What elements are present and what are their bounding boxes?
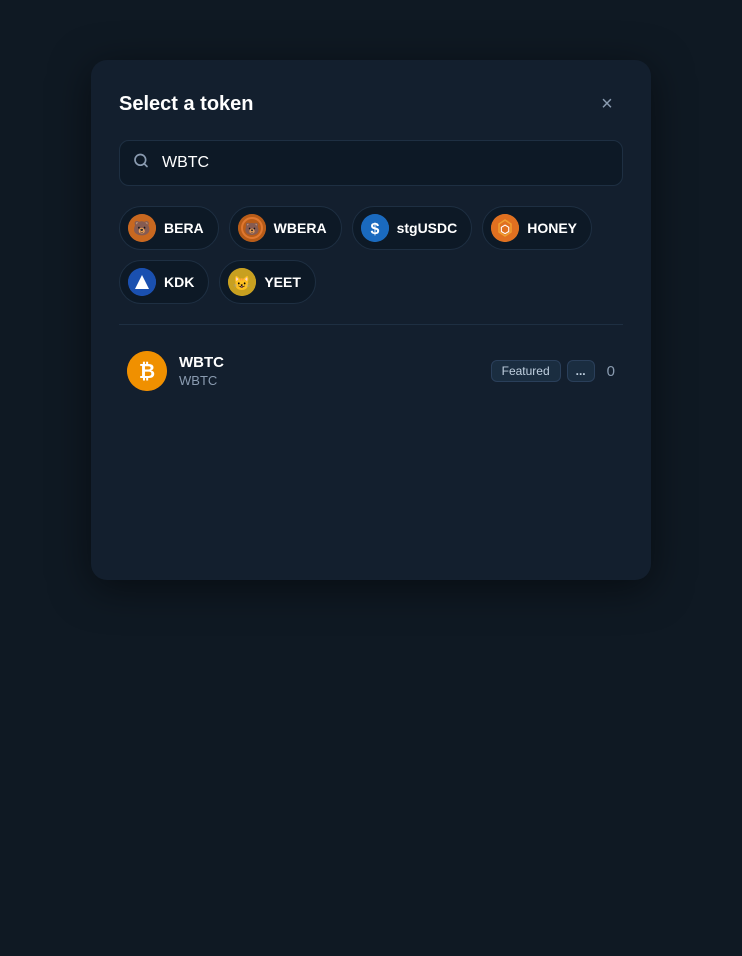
quick-token-kdk[interactable]: KDK (119, 260, 209, 304)
quick-token-honey[interactable]: ⬡ HONEY (482, 206, 592, 250)
search-input[interactable] (119, 140, 623, 186)
wbtc-balance: 0 (607, 363, 615, 380)
stgusdc-label: stgUSDC (397, 220, 458, 236)
quick-token-yeet[interactable]: 😺 YEET (219, 260, 316, 304)
svg-text:🐻: 🐻 (133, 219, 151, 237)
select-token-modal: Select a token × 🐻 BERA (91, 60, 651, 580)
bera-label: BERA (164, 220, 204, 236)
yeet-icon: 😺 (228, 268, 256, 296)
wbera-label: WBERA (274, 220, 327, 236)
search-container (119, 140, 623, 186)
token-row-wbtc[interactable]: ₿ WBTC WBTC Featured ... 0 (119, 341, 623, 401)
svg-text:₿: ₿ (139, 361, 155, 383)
wbtc-icon: ₿ (127, 351, 167, 391)
yeet-label: YEET (264, 274, 301, 290)
bera-icon: 🐻 (128, 214, 156, 242)
wbtc-info: WBTC WBTC (179, 354, 491, 388)
close-button[interactable]: × (591, 88, 623, 120)
wbtc-meta: Featured ... (491, 360, 595, 382)
modal-title: Select a token (119, 93, 254, 116)
honey-icon: ⬡ (491, 214, 519, 242)
wbtc-symbol: WBTC (179, 373, 491, 388)
wbera-icon: 🐻 (238, 214, 266, 242)
modal-header: Select a token × (119, 88, 623, 120)
quick-tokens-grid: 🐻 BERA 🐻 WBERA (119, 206, 623, 304)
featured-badge: Featured (491, 360, 561, 382)
token-list: ₿ WBTC WBTC Featured ... 0 (119, 341, 623, 401)
svg-text:😺: 😺 (234, 275, 252, 291)
modal-overlay: Select a token × 🐻 BERA (0, 0, 742, 956)
quick-token-bera[interactable]: 🐻 BERA (119, 206, 219, 250)
stgusdc-icon: $ (361, 214, 389, 242)
honey-label: HONEY (527, 220, 577, 236)
more-button[interactable]: ... (567, 360, 595, 382)
svg-text:🐻: 🐻 (244, 221, 259, 236)
quick-token-stgusdc[interactable]: $ stgUSDC (352, 206, 473, 250)
kdk-icon (128, 268, 156, 296)
quick-token-wbera[interactable]: 🐻 WBERA (229, 206, 342, 250)
wbtc-name: WBTC (179, 354, 491, 371)
svg-text:$: $ (370, 221, 379, 238)
kdk-label: KDK (164, 274, 194, 290)
svg-text:⬡: ⬡ (500, 224, 510, 236)
divider (119, 324, 623, 325)
